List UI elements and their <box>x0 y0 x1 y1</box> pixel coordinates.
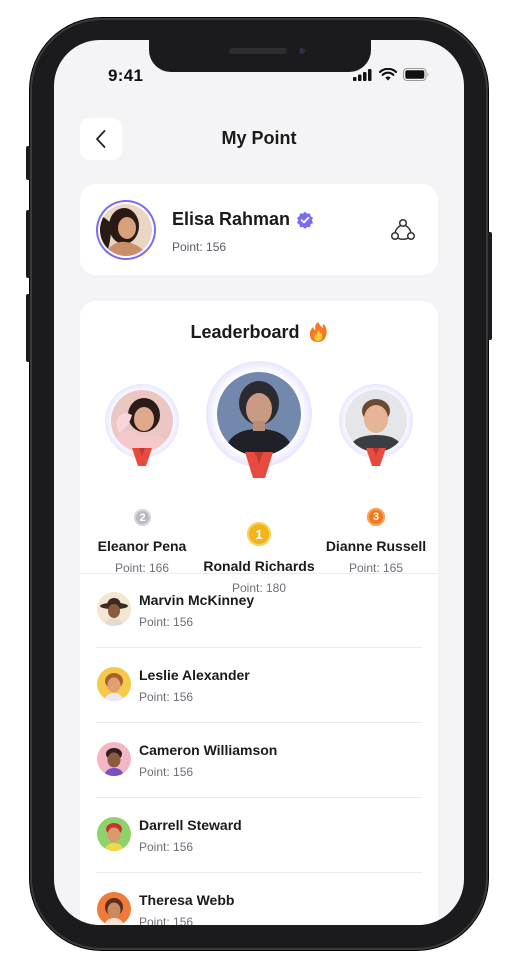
ribbon-icon <box>245 452 273 478</box>
list-item[interactable]: Darrell Steward Point: 156 <box>96 798 422 873</box>
list-item-name: Darrell Steward <box>139 817 242 833</box>
woman-portrait-image <box>100 204 152 256</box>
list-item-point: Point: 156 <box>139 690 194 704</box>
profile-name: Elisa Rahman <box>172 209 291 229</box>
list-item-point: Point: 156 <box>139 765 194 779</box>
profile-point: Point: 156 <box>172 240 227 254</box>
wifi-icon <box>379 68 397 81</box>
man-portrait-image <box>345 390 407 452</box>
rank-number: 1 <box>255 526 263 542</box>
profile-name-row: Elisa Rahman <box>172 209 314 230</box>
list-item[interactable]: Marvin McKinney Point: 156 <box>96 573 422 648</box>
leaderboard-card: Leaderboard 2 Eleanor Pena Point: 166 1 … <box>80 301 438 925</box>
mute-switch <box>26 146 30 180</box>
volume-up-button <box>26 210 30 278</box>
list-item-name: Theresa Webb <box>139 892 235 908</box>
profile-avatar[interactable] <box>96 200 156 260</box>
app-screen: 9:41 My Point Elisa Rahman Point: 156 Le… <box>54 40 464 925</box>
podium-second-avatar <box>105 384 179 458</box>
rank-badge-first: 1 <box>247 522 271 546</box>
avatar <box>97 817 131 851</box>
signal-icon <box>353 68 372 81</box>
avatar <box>97 892 131 925</box>
front-camera <box>299 48 305 54</box>
profile-card: Elisa Rahman Point: 156 <box>80 184 438 275</box>
leaderboard-title: Leaderboard <box>190 321 300 342</box>
avatar <box>97 742 131 776</box>
list-item-name: Cameron Williamson <box>139 742 278 758</box>
speaker-grille <box>229 48 287 54</box>
woman-portrait-image <box>217 372 301 456</box>
list-item-point: Point: 156 <box>139 915 194 925</box>
ribbon-icon <box>132 448 152 466</box>
ribbon-icon <box>366 448 386 466</box>
cowboy-avatar-image <box>100 598 128 626</box>
share-button[interactable] <box>390 217 416 248</box>
list-item[interactable]: Theresa Webb Point: 156 <box>96 873 422 925</box>
podium-first-name: Ronald Richards <box>203 558 315 574</box>
avatar <box>97 667 131 701</box>
power-button <box>488 232 492 340</box>
woman-portrait-image <box>111 390 173 452</box>
leaderboard-list: Marvin McKinney Point: 156 Leslie Alexan… <box>96 573 422 925</box>
rank-number: 3 <box>372 511 380 523</box>
notch <box>149 40 371 72</box>
person-avatar-image <box>104 748 124 776</box>
status-icons <box>353 68 430 81</box>
podium-third-avatar <box>339 384 413 458</box>
list-item-point: Point: 156 <box>139 840 194 854</box>
battery-icon <box>403 68 429 81</box>
rank-badge-third: 3 <box>367 508 385 526</box>
list-item[interactable]: Cameron Williamson Point: 156 <box>96 723 422 798</box>
list-item-point: Point: 156 <box>139 615 194 629</box>
list-item-name: Marvin McKinney <box>139 592 255 608</box>
person-avatar-image <box>104 898 124 925</box>
share-icon <box>390 218 416 241</box>
person-avatar-image <box>104 673 124 701</box>
list-item[interactable]: Leslie Alexander Point: 156 <box>96 648 422 723</box>
verified-badge-icon <box>297 211 314 229</box>
fire-icon <box>309 322 327 342</box>
avatar <box>97 592 131 626</box>
podium-second-name: Eleanor Pena <box>97 538 187 554</box>
leaderboard-title-row: Leaderboard <box>80 321 438 343</box>
page-title: My Point <box>221 128 297 148</box>
rank-badge-second: 2 <box>134 509 151 526</box>
person-avatar-image <box>104 823 124 851</box>
rank-number: 2 <box>139 511 146 524</box>
list-item-name: Leslie Alexander <box>139 667 250 683</box>
volume-down-button <box>26 294 30 362</box>
status-time: 9:41 <box>108 66 144 85</box>
podium-third-name: Dianne Russell <box>325 538 427 554</box>
